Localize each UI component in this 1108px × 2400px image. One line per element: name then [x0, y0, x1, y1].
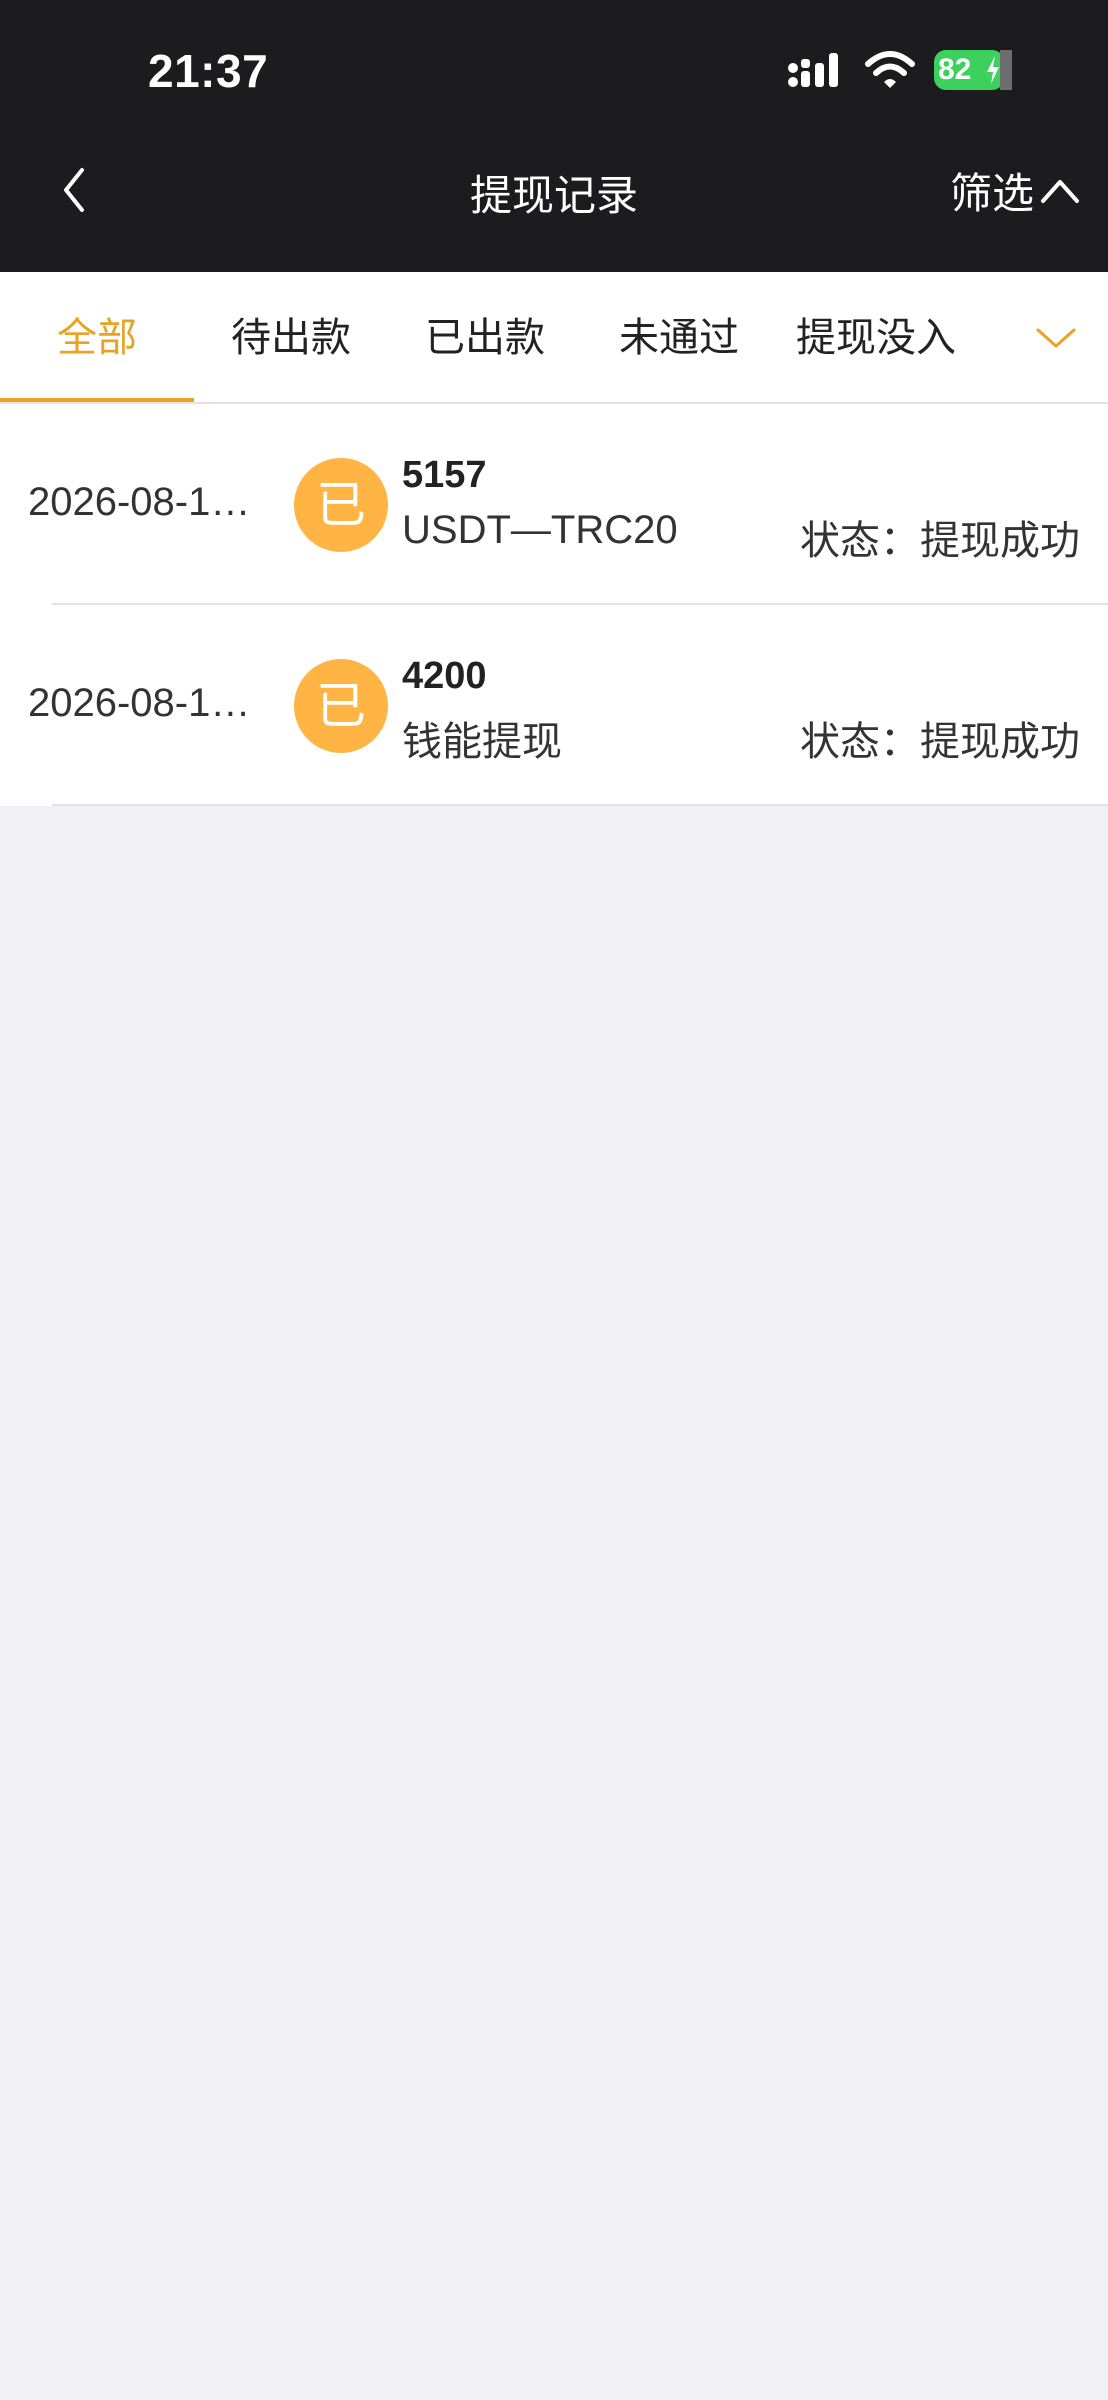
cellular-signal-icon [788, 53, 838, 87]
top-bar: 21:37 82 提现记录 筛选 [0, 0, 1108, 272]
row-divider [52, 804, 1108, 806]
status-badge: 已 [294, 458, 388, 552]
tab-rejected[interactable]: 未通过 [582, 272, 776, 404]
record-row[interactable]: 2026-08-1… 已 4200 钱能提现 状态：提现成功 [0, 605, 1108, 806]
tab-paid-out[interactable]: 已出款 [388, 272, 582, 404]
record-date: 2026-08-1… [28, 681, 251, 725]
record-amount: 5157 [402, 454, 487, 496]
status-icons: 82 [788, 50, 1012, 90]
tab-not-credited[interactable]: 提现没入 [776, 272, 976, 404]
filter-button[interactable]: 筛选 [950, 160, 1080, 221]
status-badge: 已 [294, 659, 388, 753]
tab-all[interactable]: 全部 [0, 272, 194, 404]
record-status: 状态：提现成功 [800, 719, 1080, 765]
battery-indicator: 82 [934, 50, 1012, 90]
status-tabs: 全部 待出款 已出款 未通过 提现没入 [0, 272, 1108, 404]
tab-pending-payout[interactable]: 待出款 [194, 272, 388, 404]
chevron-up-icon [1041, 179, 1079, 203]
record-row[interactable]: 2026-08-1… 已 5157 USDT—TRC20 状态：提现成功 [0, 404, 1108, 605]
page-title: 提现记录 [469, 171, 638, 220]
record-method: 钱能提现 [402, 720, 562, 764]
record-status: 状态：提现成功 [800, 518, 1080, 564]
battery-percent: 82 [938, 53, 972, 86]
active-tab-indicator [0, 398, 194, 402]
withdrawal-record-list: 2026-08-1… 已 5157 USDT—TRC20 状态：提现成功 202… [0, 404, 1108, 806]
wifi-icon [865, 51, 915, 88]
record-date: 2026-08-1… [28, 480, 251, 524]
record-method: USDT—TRC20 [402, 508, 678, 552]
status-time: 21:37 [148, 45, 269, 97]
chevron-down-icon[interactable] [1032, 316, 1080, 360]
charging-bolt-icon [987, 56, 999, 84]
record-amount: 4200 [402, 655, 487, 697]
filter-label: 筛选 [949, 169, 1034, 218]
